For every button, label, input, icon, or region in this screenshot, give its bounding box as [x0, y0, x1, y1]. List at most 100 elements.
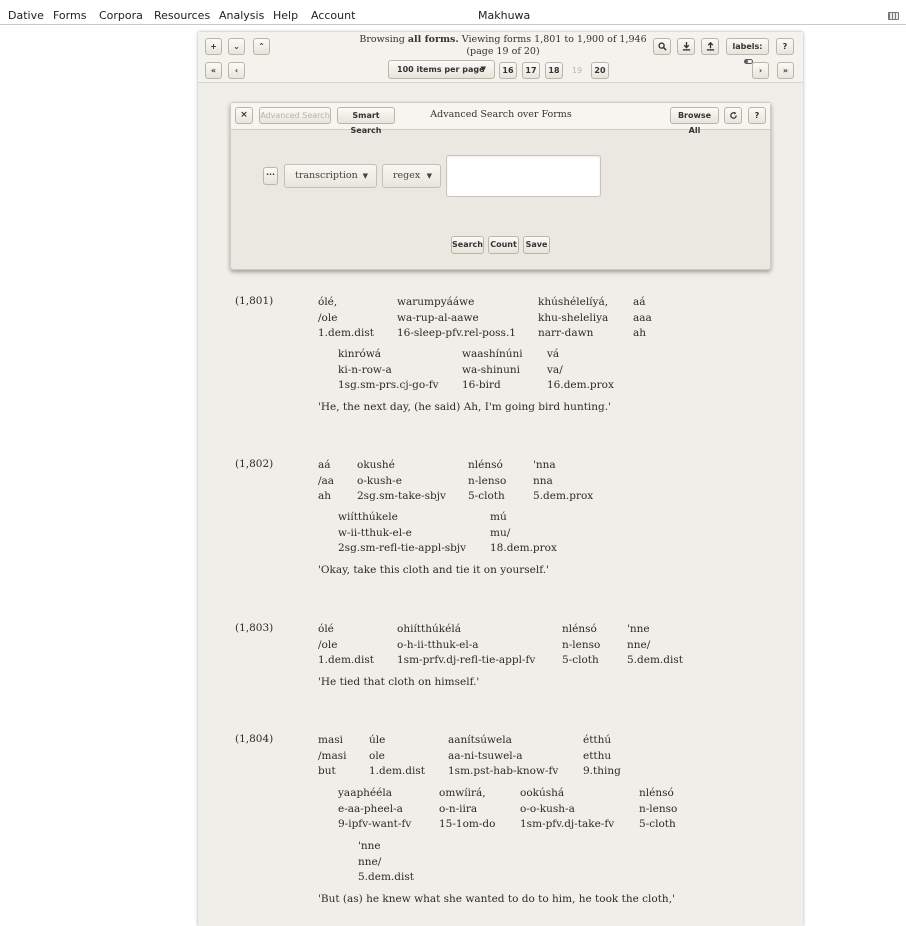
word-transcription: ookúshá: [520, 787, 565, 799]
viewing-range: Viewing forms 1,801 to 1,900 of 1,946: [461, 34, 647, 45]
word-morphemes: nne/: [358, 855, 382, 868]
advanced-search-tab[interactable]: Advanced Search: [259, 107, 331, 124]
keyboard-icon[interactable]: [888, 12, 899, 20]
search-help-button[interactable]: ?: [748, 107, 766, 124]
refresh-button[interactable]: [724, 107, 742, 124]
word-gloss: ah: [633, 327, 647, 339]
collapse-all-button[interactable]: ⌄: [228, 38, 245, 55]
count-button[interactable]: Count: [488, 236, 519, 254]
operator-select[interactable]: regex ▼: [382, 164, 441, 188]
search-icon: [657, 42, 667, 51]
word-gloss: 2sg.sm-refl-tie-appl-sbjv: [338, 542, 467, 554]
entry-number: (1,803): [235, 622, 274, 634]
word-morphemes: n-lenso: [639, 802, 678, 815]
menu-resources[interactable]: Resources: [154, 8, 210, 24]
menu-analysis[interactable]: Analysis: [219, 8, 264, 24]
word-gloss: 16-sleep-pfv.rel-poss.1: [397, 327, 516, 339]
next-page-button[interactable]: ›: [752, 62, 769, 79]
word-gloss: 1sm.pst-hab-know-fv: [448, 765, 559, 777]
page-18-button[interactable]: 18: [545, 62, 563, 79]
menu-corpora[interactable]: Corpora: [99, 8, 143, 24]
word-morphemes: mu/: [490, 526, 511, 539]
search-button[interactable]: [653, 38, 671, 55]
menu-dative[interactable]: Dative: [8, 8, 44, 24]
word-gloss: 15-1om-do: [439, 818, 496, 830]
igt-word: warumpyááwe wa-rup-al-aawe 16-sleep-pfv.re…: [397, 295, 516, 342]
word-morphemes: ki-n-row-a: [338, 363, 392, 376]
browse-all-button[interactable]: Browse All: [670, 107, 719, 135]
browsing-scope: all forms.: [407, 34, 459, 45]
word-transcription: nlénsó: [562, 623, 597, 635]
prev-page-button[interactable]: ‹: [228, 62, 245, 79]
entry-translation: 'But (as) he knew what she wanted to do …: [318, 893, 675, 905]
igt-word: khúshélelíyá, khu-sheleliya narr-dawn: [538, 295, 608, 342]
word-transcription: vá: [547, 348, 560, 360]
word-gloss: 18.dem.prox: [490, 542, 557, 554]
page-17-button[interactable]: 17: [522, 62, 540, 79]
word-gloss: ah: [318, 490, 332, 502]
word-morphemes: wa-rup-al-aawe: [397, 311, 479, 324]
entry-translation: 'He tied that cloth on himself.': [318, 676, 480, 688]
menu-help[interactable]: Help: [273, 8, 298, 24]
igt-word: ólé, /ole 1.dem.dist: [318, 295, 374, 342]
more-options-button[interactable]: ···: [263, 167, 278, 185]
igt-word: waashínúni wa-shinuni 16-bird: [462, 347, 523, 394]
entry-number: (1,802): [235, 458, 274, 470]
word-gloss: 1sm-prfv.dj-refl-tie-appl-fv: [397, 654, 536, 666]
word-morphemes: o-h-ii-tthuk-el-a: [397, 638, 479, 651]
word-transcription: aá: [318, 459, 331, 471]
browse-status: Browsing all forms. Viewing forms 1,801 …: [338, 34, 668, 58]
word-gloss: 1.dem.dist: [318, 327, 374, 339]
field-select[interactable]: transcription ▼: [284, 164, 377, 188]
page-20-button[interactable]: 20: [591, 62, 609, 79]
word-gloss: 2sg.sm-take-sbjv: [357, 490, 446, 502]
word-transcription: ólé: [318, 623, 334, 635]
word-transcription: waashínúni: [462, 348, 523, 360]
word-morphemes: etthu: [583, 749, 612, 762]
word-morphemes: aa-ni-tsuwel-a: [448, 749, 523, 762]
expand-all-button[interactable]: ⌃: [253, 38, 270, 55]
menu-forms[interactable]: Forms: [53, 8, 86, 24]
smart-search-tab[interactable]: Smart Search: [337, 107, 395, 135]
add-form-button[interactable]: +: [205, 38, 222, 55]
save-search-button[interactable]: Save: [523, 236, 550, 254]
caret-down-icon: ▼: [362, 172, 368, 180]
word-morphemes: /ole: [318, 638, 338, 651]
word-transcription: ólé,: [318, 296, 338, 308]
first-page-button[interactable]: «: [205, 62, 222, 79]
browse-forms-panel: + ⌄ ⌃ Browsing all forms. Viewing forms …: [198, 32, 803, 926]
word-transcription: omwíirá,: [439, 787, 486, 799]
word-gloss: 16.dem.prox: [547, 379, 614, 391]
word-transcription: nlénsó: [639, 787, 674, 799]
page-info: (page 19 of 20): [466, 46, 540, 57]
word-transcription: okushé: [357, 459, 395, 471]
items-per-page-select[interactable]: 100 items per page ▼: [388, 60, 495, 79]
word-gloss: 5.dem.dist: [627, 654, 683, 666]
igt-word: masi/masi but: [318, 733, 347, 780]
close-search-button[interactable]: ×: [235, 107, 253, 124]
igt-word: 'nna nna 5.dem.prox: [533, 458, 593, 505]
igt-word: yaaphééla e-aa-pheel-a 9-ipfv-want-fv: [338, 786, 411, 833]
search-value-input[interactable]: [446, 155, 601, 197]
page-16-button[interactable]: 16: [499, 62, 517, 79]
menubar: Dative Forms Corpora Resources Analysis …: [0, 8, 906, 25]
word-transcription: ohiítthúkélá: [397, 623, 461, 635]
word-gloss: 16-bird: [462, 379, 501, 391]
import-button[interactable]: [701, 38, 719, 55]
entry-number: (1,804): [235, 733, 274, 745]
search-titlebar: × Advanced Search Smart Search Advanced …: [231, 103, 770, 135]
entry-translation: 'He, the next day, (he said) Ah, I'm goi…: [318, 401, 611, 413]
help-button[interactable]: ?: [776, 38, 794, 55]
word-gloss: 9.thing: [583, 765, 621, 777]
export-button[interactable]: [677, 38, 695, 55]
word-transcription: úle: [369, 734, 386, 746]
app-name: Makhuwa: [478, 9, 531, 22]
word-morphemes: nne/: [627, 638, 651, 651]
word-morphemes: o-n-iira: [439, 802, 478, 815]
advanced-search-dialog: × Advanced Search Smart Search Advanced …: [230, 102, 771, 270]
menu-account[interactable]: Account: [311, 8, 355, 24]
labels-toggle-button[interactable]: labels:: [726, 38, 769, 64]
last-page-button[interactable]: »: [777, 62, 794, 79]
search-submit-button[interactable]: Search: [451, 236, 484, 254]
search-dialog-title: Advanced Search over Forms: [430, 109, 572, 120]
